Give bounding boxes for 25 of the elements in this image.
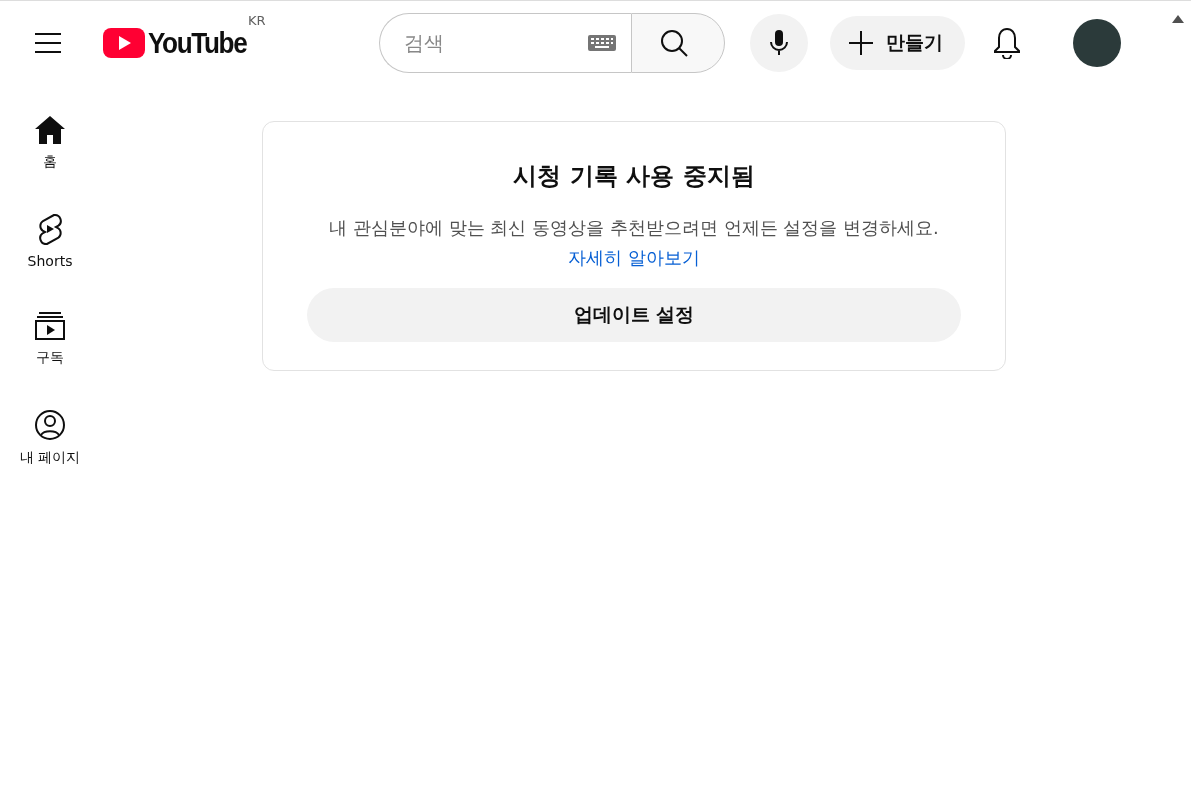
create-button[interactable]: 만들기 xyxy=(830,16,965,70)
sidebar-item[interactable]: 내 페이지 xyxy=(19,409,81,467)
search-icon xyxy=(659,28,689,58)
avatar[interactable] xyxy=(1073,19,1121,67)
subscriptions-icon xyxy=(34,311,66,341)
notice-message: 내 관심분야에 맞는 최신 동영상을 추천받으려면 언제든 설정을 변경하세요. xyxy=(329,216,939,240)
search-button[interactable] xyxy=(631,13,725,73)
menu-icon[interactable] xyxy=(34,32,62,54)
learn-more-link[interactable]: 자세히 알아보기 xyxy=(568,246,700,270)
plus-icon xyxy=(848,30,874,56)
play-logo-icon[interactable] xyxy=(103,28,145,58)
search-field[interactable]: 검색 xyxy=(379,13,631,73)
microphone-icon xyxy=(769,29,789,57)
logo-text[interactable]: YouTube xyxy=(148,26,247,60)
sidebar-item[interactable]: Shorts xyxy=(27,213,73,269)
notifications-bell-icon[interactable] xyxy=(993,27,1021,59)
sidebar-item[interactable]: 홈 xyxy=(34,115,66,171)
scroll-up-arrow-icon[interactable] xyxy=(1172,15,1184,23)
sidebar-item[interactable]: 구독 xyxy=(34,311,66,367)
home-icon xyxy=(34,115,66,145)
keyboard-icon[interactable] xyxy=(587,34,617,52)
update-settings-button[interactable]: 업데이트 설정 xyxy=(307,288,961,342)
country-code: KR xyxy=(248,12,266,28)
user-circle-icon xyxy=(34,409,66,441)
notice-title: 시청 기록 사용 중지됨 xyxy=(513,161,755,192)
